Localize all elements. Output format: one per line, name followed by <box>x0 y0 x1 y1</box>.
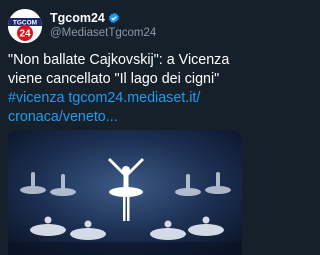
avatar-logo-bottom: 24 <box>19 29 31 40</box>
verified-badge-icon <box>108 12 119 24</box>
account-handle[interactable]: @MediasetTgcom24 <box>50 27 156 39</box>
display-name[interactable]: Tgcom24 <box>50 11 105 25</box>
hashtag-link[interactable]: #vicenza <box>8 90 64 106</box>
url-link-part-1[interactable]: tgcom24.mediaset.it/ <box>68 90 200 106</box>
tweet-text-line-2: viene cancellato "Il lago dei cigni" <box>8 71 220 87</box>
tweet-text: "Non ballate Cajkovskij": a Vicenza vien… <box>8 51 244 127</box>
avatar[interactable]: TGCOM 24 <box>8 9 42 43</box>
tweet-card[interactable]: TGCOM 24 Tgcom24 @MediasetTgcom24 "Non b… <box>0 0 250 255</box>
tweet-media-image[interactable] <box>8 130 242 255</box>
ballet-photo-icon <box>8 130 242 255</box>
tgcom24-logo-icon: TGCOM 24 <box>8 9 42 43</box>
tweet-text-line-1: "Non ballate Cajkovskij": a Vicenza <box>8 52 230 68</box>
url-link-part-2[interactable]: cronaca/veneto... <box>8 108 244 127</box>
author-row: Tgcom24 <box>50 11 120 25</box>
